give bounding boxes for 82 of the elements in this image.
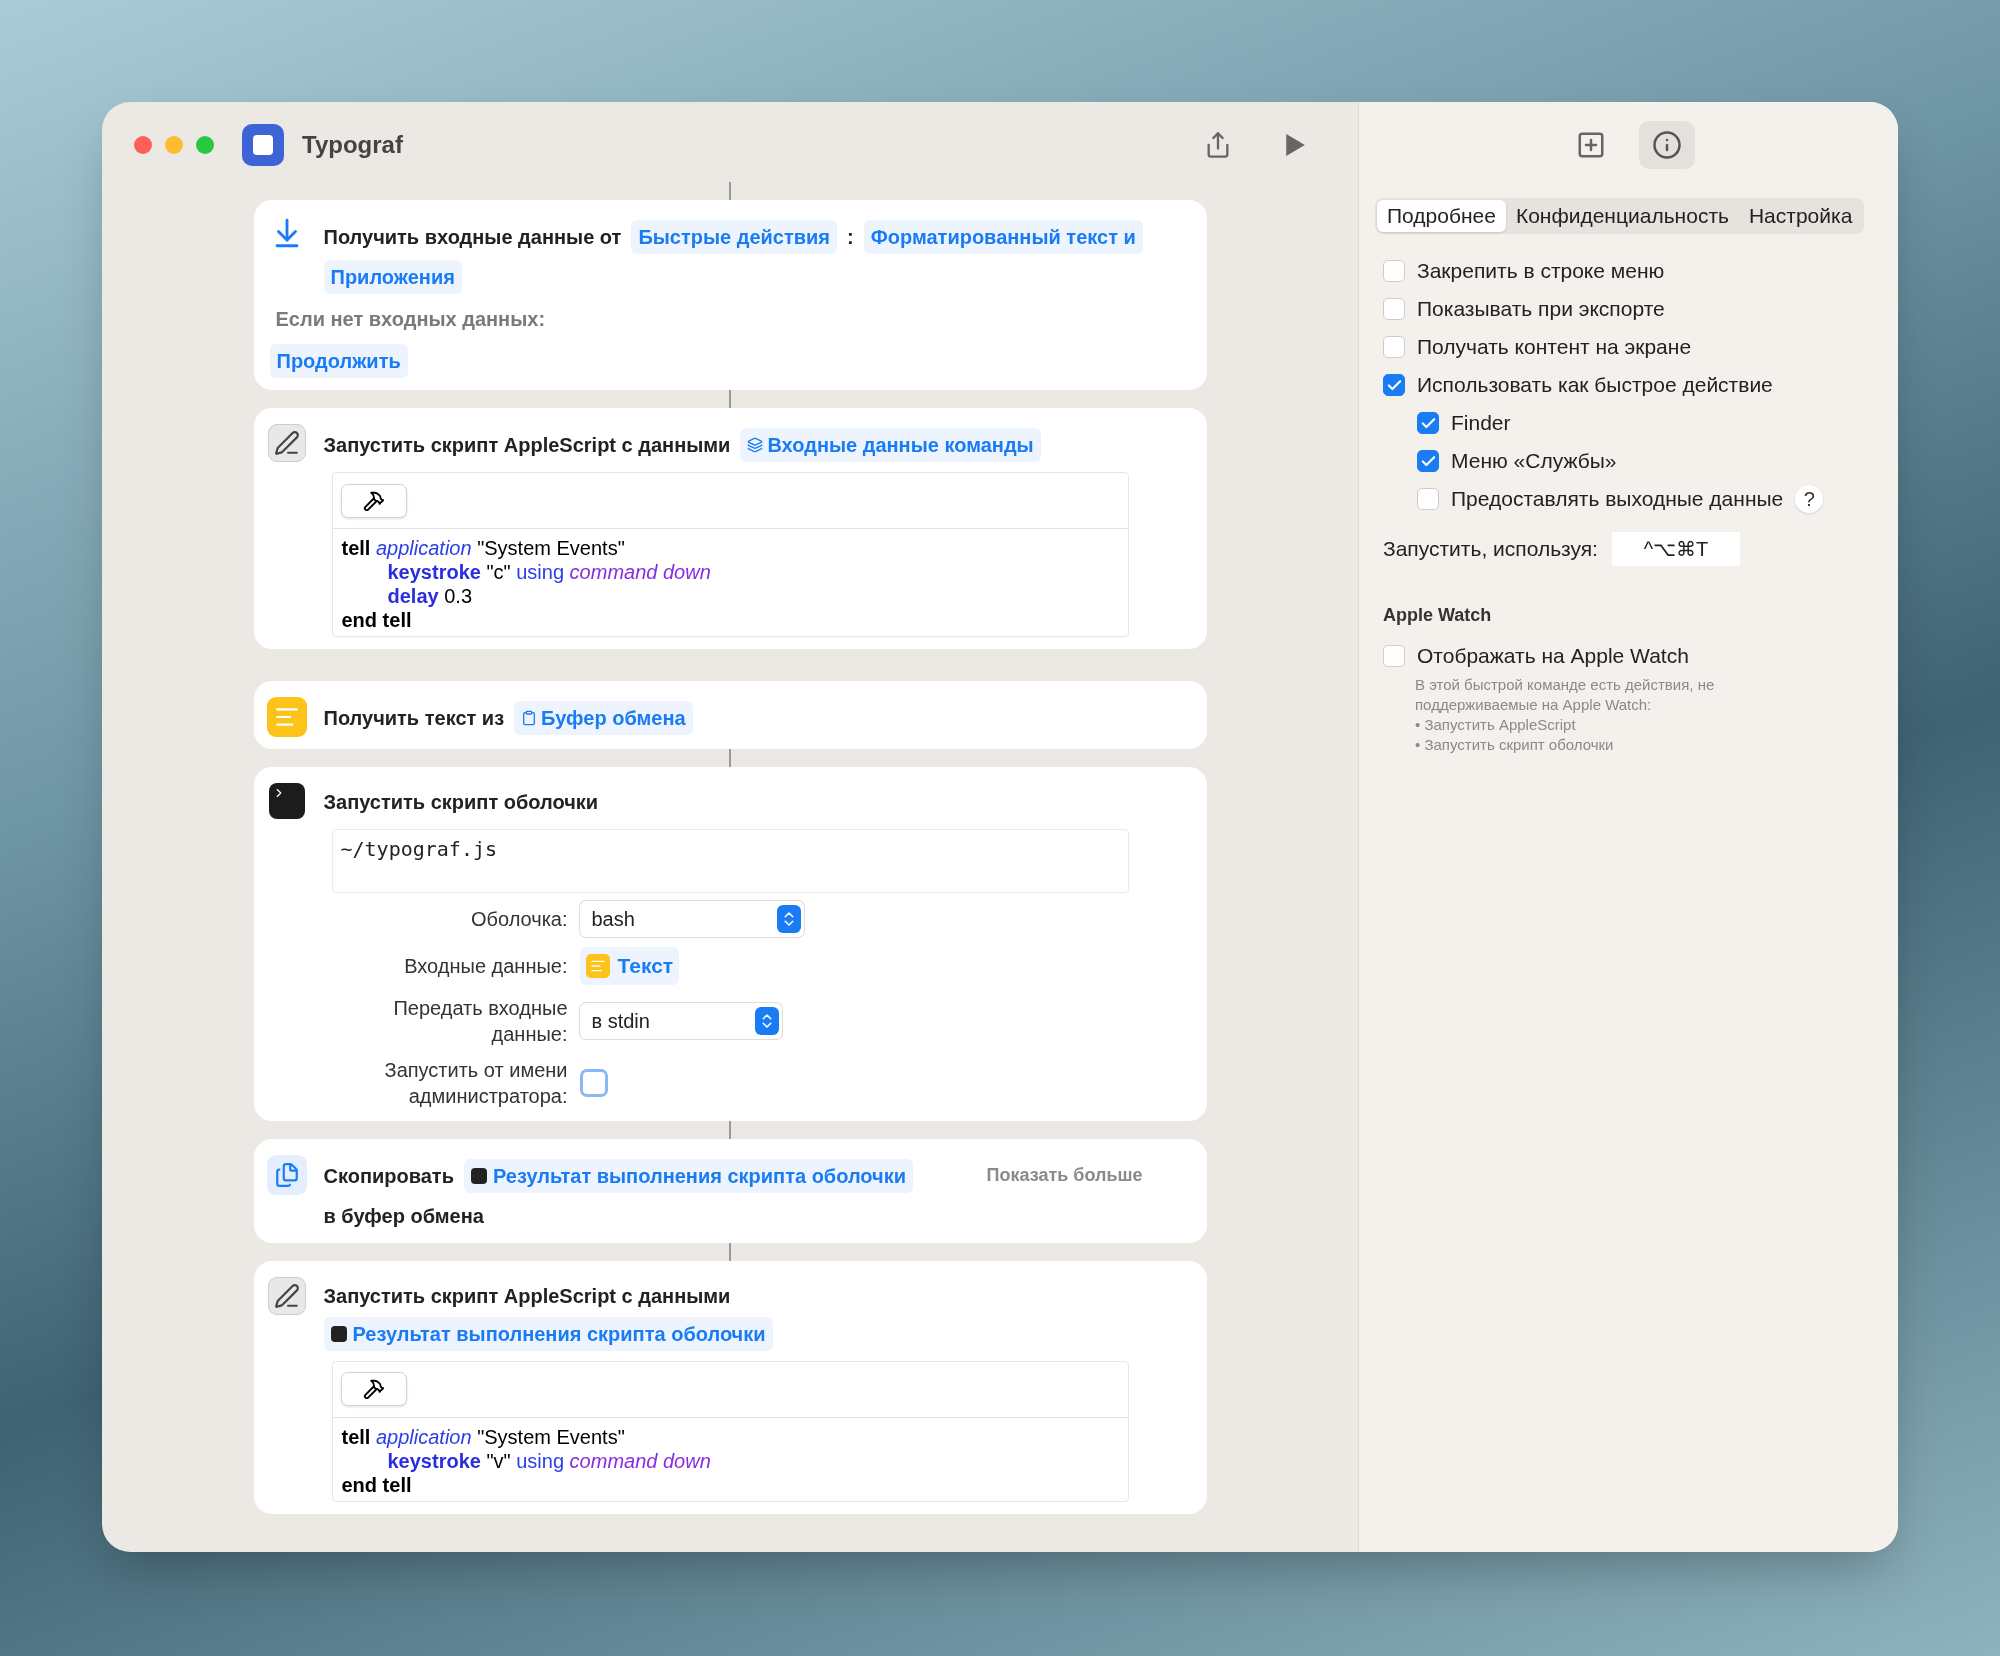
variable-token[interactable]: Продолжить <box>269 344 408 378</box>
option-label: Использовать как быстрое действие <box>1417 372 1773 399</box>
action-text: Скопировать <box>323 1163 454 1189</box>
code-line: tell application "System Events" <box>341 1424 626 1449</box>
info-icon[interactable] <box>1638 121 1695 169</box>
segment-tab[interactable]: Конфиденциальность <box>1505 200 1739 232</box>
code-editor[interactable]: tell application "System Events" keystroke "c" using command down delay 0.3 end tell <box>331 472 1129 637</box>
field-label: Оболочка: <box>469 907 568 932</box>
code-line: tell application "System Events" <box>341 536 626 560</box>
fallback-label: Если нет входных данных: <box>275 307 546 332</box>
code-line: end tell <box>341 608 413 632</box>
segment-tab[interactable]: Настройка <box>1738 200 1863 232</box>
code-line: end tell <box>341 1472 413 1497</box>
popup-menu[interactable]: bash <box>579 901 804 937</box>
variable-token[interactable]: Буфер обмена <box>514 701 693 735</box>
variable-token[interactable]: Форматированный текст и <box>863 220 1143 254</box>
code-line: keystroke "c" using command down <box>387 560 712 584</box>
action-text: Получить текст из <box>323 706 505 731</box>
checkbox[interactable] <box>1417 412 1439 434</box>
code-line: delay 0.3 <box>387 584 474 608</box>
action-text: Получить входные данные от <box>323 225 622 250</box>
checkbox[interactable] <box>1417 450 1439 472</box>
option-label: Закрепить в строке меню <box>1417 258 1665 285</box>
action-text: в буфер обмена <box>323 1203 484 1229</box>
variable-token[interactable]: Приложения <box>323 260 462 294</box>
text-lines-icon <box>266 697 307 737</box>
script-editor-icon <box>267 424 306 462</box>
shortcut-field[interactable]: ^⌥⌘T <box>1611 532 1740 566</box>
checkbox[interactable] <box>1383 260 1405 282</box>
script-field[interactable]: ~/typograf.js <box>331 829 1129 893</box>
variable-token[interactable]: Результат выполнения скрипта оболочки <box>463 1158 913 1193</box>
help-button[interactable]: ? <box>1795 485 1824 513</box>
option-label: Показывать при экспорте <box>1417 296 1665 323</box>
action-text: Запустить скрипт AppleScript с данными <box>323 1283 731 1309</box>
option-label: Отображать на Apple Watch <box>1417 643 1689 670</box>
compile-button[interactable] <box>340 483 407 518</box>
terminal-icon <box>470 1167 487 1184</box>
option-label: Предоставлять выходные данные <box>1451 486 1784 513</box>
hammer-icon <box>362 1378 385 1400</box>
window-title: Typograf <box>302 130 403 160</box>
stepper-arrows-icon <box>776 905 801 933</box>
checkbox[interactable] <box>579 1068 608 1097</box>
terminal-icon <box>330 1325 347 1342</box>
popup-menu[interactable]: в stdin <box>579 1002 782 1039</box>
stepper-arrows-icon <box>754 1006 779 1035</box>
checkbox[interactable] <box>1417 488 1439 510</box>
watch-note: В этой быстрой команде есть действия, не поддерживаемые на Apple Watch: <box>1414 675 1716 715</box>
compile-button[interactable] <box>340 1372 407 1406</box>
text-lines-icon <box>585 953 610 978</box>
action-text: : <box>847 225 854 250</box>
checkbox[interactable] <box>1383 374 1405 396</box>
variable-token[interactable]: Текст <box>579 947 680 985</box>
section-heading: Apple Watch <box>1382 604 1493 627</box>
app-icon <box>242 124 284 166</box>
code-editor[interactable]: tell application "System Events" keystroke "v" using command down end tell <box>331 1360 1129 1502</box>
option-label: Finder <box>1451 410 1511 437</box>
checkbox[interactable] <box>1383 298 1405 320</box>
action-text: Запустить скрипт оболочки <box>323 790 599 815</box>
shortcut-label: Запустить, используя: <box>1383 536 1598 563</box>
checkbox[interactable] <box>1383 645 1405 667</box>
clipboard-icon <box>521 709 538 727</box>
option-label: Меню «Службы» <box>1451 448 1617 475</box>
option-label: Получать контент на экране <box>1417 334 1692 361</box>
shortcut-input-icon <box>747 437 764 453</box>
terminal-icon <box>268 783 305 819</box>
action-text: Запустить скрипт AppleScript с данными <box>323 433 731 458</box>
code-line: keystroke "v" using command down <box>387 1448 712 1473</box>
field-label: Передать входные данные: <box>392 995 568 1047</box>
checkbox[interactable] <box>1383 336 1405 358</box>
variable-token[interactable]: Быстрые действия <box>631 220 837 254</box>
segment-tab[interactable]: Подробнее <box>1377 200 1506 232</box>
run-icon[interactable] <box>1284 133 1306 157</box>
watch-note-item: • Запустить AppleScript <box>1414 715 1577 735</box>
watch-note-item: • Запустить скрипт оболочки <box>1414 735 1615 755</box>
script-editor-icon <box>267 1276 306 1315</box>
hammer-icon <box>362 489 385 512</box>
close-button[interactable] <box>134 136 152 154</box>
documents-icon <box>266 1154 307 1195</box>
field-label: Запустить от имени администратора: <box>383 1057 568 1109</box>
variable-token[interactable]: Результат выполнения скрипта оболочки <box>323 1316 773 1351</box>
variable-token[interactable]: Входные данные команды <box>740 428 1041 462</box>
field-label: Входные данные: <box>403 953 568 979</box>
